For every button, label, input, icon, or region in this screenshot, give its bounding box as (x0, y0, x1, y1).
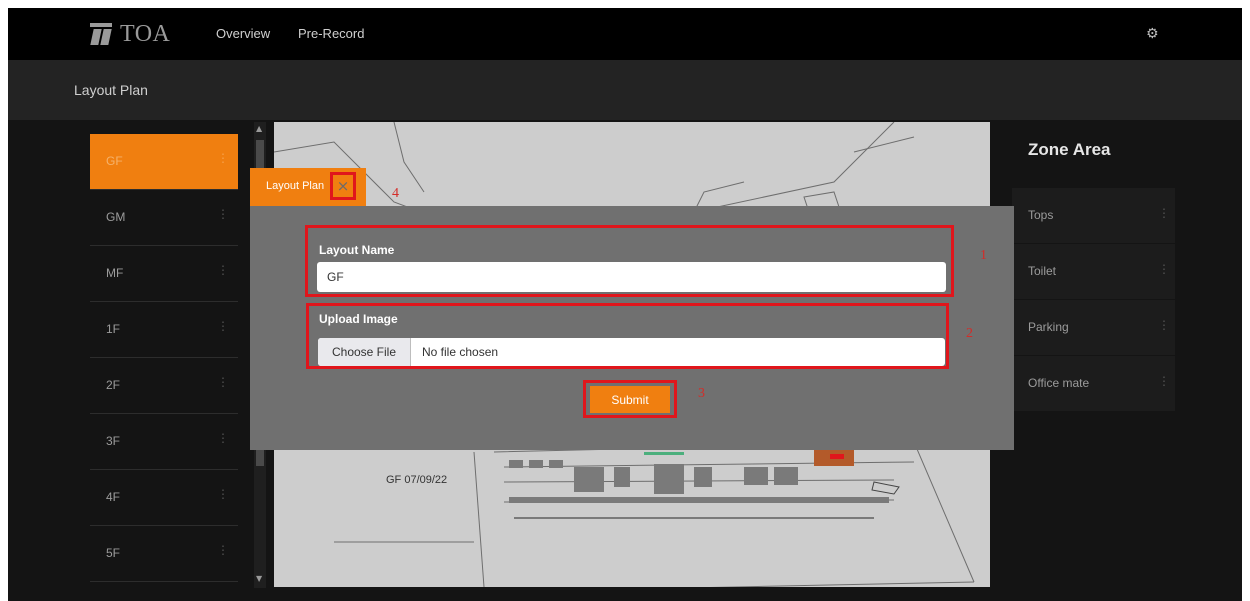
gear-icon[interactable]: ⚙ (1146, 26, 1159, 42)
layout-name-label: Layout Name (319, 243, 395, 257)
zone-item-label: Parking (1028, 320, 1069, 334)
kebab-icon[interactable]: ⋮ (217, 264, 229, 276)
kebab-icon[interactable]: ⋮ (217, 376, 229, 388)
top-navbar: TOA Overview Pre-Record ⚙ (8, 8, 1242, 60)
floor-item[interactable]: 1F ⋮ (90, 302, 238, 358)
nav-link-pre-record[interactable]: Pre-Record (298, 26, 364, 41)
kebab-icon[interactable]: ⋮ (217, 208, 229, 220)
zone-list: Tops ⋮ Toilet ⋮ Parking ⋮ Office mate ⋮ (1012, 188, 1175, 412)
floor-item-label: MF (106, 266, 124, 280)
kebab-icon[interactable]: ⋮ (1158, 206, 1170, 220)
kebab-icon[interactable]: ⋮ (1158, 374, 1170, 388)
page-header: Layout Plan (8, 60, 1242, 120)
floor-item-label: 4F (106, 490, 121, 504)
annotation-number: 4 (392, 186, 399, 201)
app-window: TOA Overview Pre-Record ⚙ Layout Plan GF… (0, 0, 1250, 601)
floor-list: GF ⋮ GM ⋮ MF ⋮ 1F ⋮ 2F ⋮ 3F ⋮ 4F ⋮ 5F ⋮ (90, 134, 238, 582)
plan-caption: GF 07/09/22 (386, 474, 448, 486)
toa-logo-icon (90, 23, 112, 45)
kebab-icon[interactable]: ⋮ (217, 152, 229, 164)
annotation-number: 3 (698, 386, 705, 401)
zone-area-title: Zone Area (1028, 140, 1111, 159)
floor-item[interactable]: GF ⋮ (90, 134, 238, 190)
zone-item-label: Office mate (1028, 376, 1090, 390)
choose-file-button[interactable]: Choose File (318, 338, 411, 366)
file-status-text: No file chosen (422, 345, 499, 359)
kebab-icon[interactable]: ⋮ (1158, 262, 1170, 276)
zone-item[interactable]: Office mate ⋮ (1012, 356, 1175, 412)
floor-item[interactable]: 2F ⋮ (90, 358, 238, 414)
submit-button[interactable]: Submit (590, 386, 670, 413)
floor-item[interactable]: 3F ⋮ (90, 414, 238, 470)
floor-item-label: 2F (106, 378, 121, 392)
zone-item-label: Tops (1028, 208, 1054, 222)
kebab-icon[interactable]: ⋮ (1158, 318, 1170, 332)
floor-item[interactable]: MF ⋮ (90, 246, 238, 302)
modal-title: Layout Plan (266, 180, 325, 192)
kebab-icon[interactable]: ⋮ (217, 488, 229, 500)
floor-item-label: GF (106, 154, 123, 168)
annotation-number: 2 (966, 326, 973, 341)
page-title: Layout Plan (74, 82, 148, 98)
upload-image-label: Upload Image (319, 312, 398, 326)
scroll-up-arrow-icon[interactable]: ▲ (256, 124, 262, 133)
floor-item-label: GM (106, 210, 126, 224)
close-icon[interactable]: × (330, 172, 356, 200)
floor-item-label: 3F (106, 434, 121, 448)
kebab-icon[interactable]: ⋮ (217, 432, 229, 444)
floor-item[interactable]: 4F ⋮ (90, 470, 238, 526)
kebab-icon[interactable]: ⋮ (217, 320, 229, 332)
layout-name-input[interactable] (317, 262, 946, 292)
zone-item[interactable]: Tops ⋮ (1012, 188, 1175, 244)
scroll-down-arrow-icon[interactable]: ▼ (256, 574, 262, 583)
floor-item[interactable]: 5F ⋮ (90, 526, 238, 582)
brand-logo[interactable]: TOA (90, 22, 170, 46)
kebab-icon[interactable]: ⋮ (217, 544, 229, 556)
annotation-number: 1 (980, 248, 987, 263)
brand-name: TOA (120, 21, 171, 47)
floor-item-label: 5F (106, 546, 121, 560)
zone-item[interactable]: Toilet ⋮ (1012, 244, 1175, 300)
file-upload-input[interactable]: Choose File No file chosen (318, 338, 945, 366)
floor-item[interactable]: GM ⋮ (90, 190, 238, 246)
zone-item[interactable]: Parking ⋮ (1012, 300, 1175, 356)
zone-item-label: Toilet (1028, 264, 1057, 278)
floor-item-label: 1F (106, 322, 121, 336)
nav-link-overview[interactable]: Overview (216, 26, 270, 41)
